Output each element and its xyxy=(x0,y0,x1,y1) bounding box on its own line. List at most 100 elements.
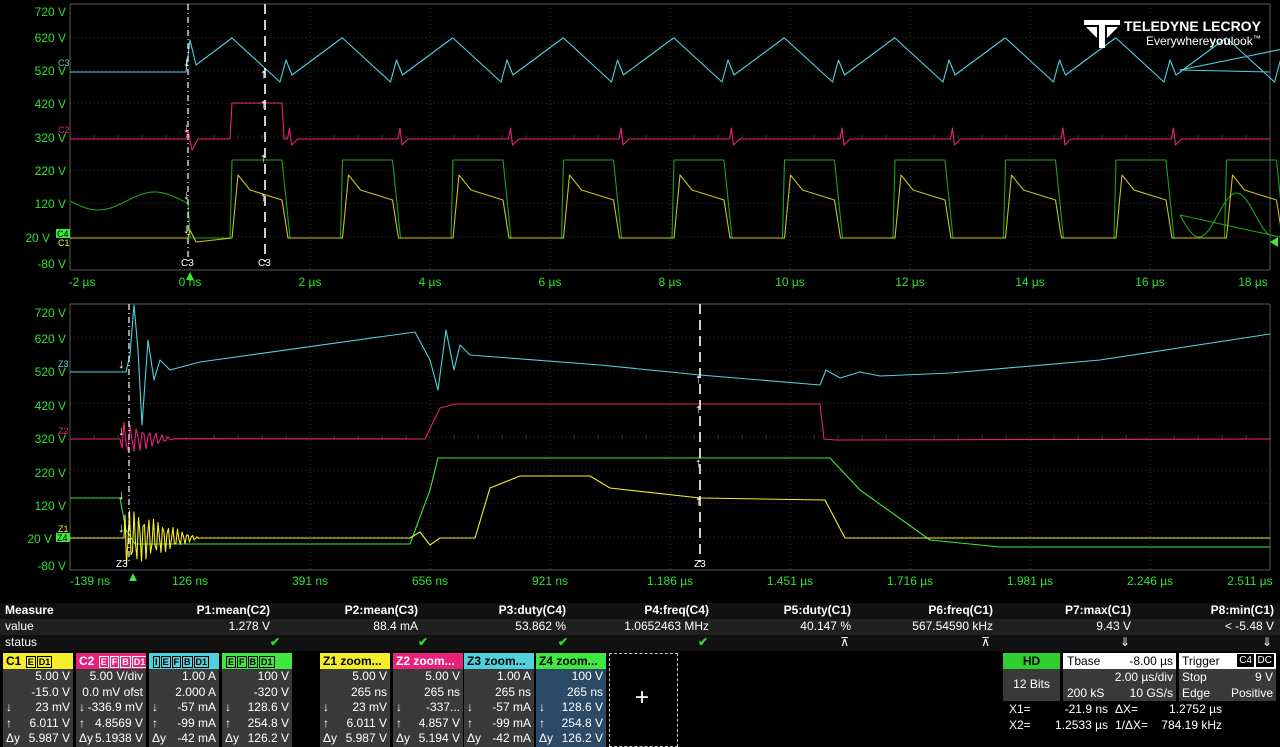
channel-descriptor-c1[interactable]: C1 E D1 5.00 V -15.0 V ↓ 23 mV ↑ 6.011 V Δy… xyxy=(3,653,73,747)
hd-acquisition-box[interactable]: HD 12 Bits xyxy=(1003,653,1060,701)
cursor-dx-value: 1.2752 µs xyxy=(1169,702,1222,716)
c2-vdiv: 5.00 V/div xyxy=(89,669,143,683)
c1-title[interactable]: C1 E D1 xyxy=(3,653,73,669)
measure-param-name[interactable]: P3:duty(C4) xyxy=(499,603,566,617)
zoom-trigger-position-marker[interactable] xyxy=(129,573,137,581)
zoom-channel-markers[interactable]: Z3 Z2 Z4 Z1 xyxy=(56,359,137,581)
zoom-grid-svg: ↓↓↓↓↑↑↑↑ 720 V 620 V 520 V 420 V 320 V 2… xyxy=(27,303,1273,588)
c1-offset: -15.0 V xyxy=(31,684,70,699)
c1-cursor1: 23 mV xyxy=(35,700,70,714)
measure-param-name[interactable]: P8:min(C1) xyxy=(1211,603,1274,617)
c2-title[interactable]: C2 E F B D1 xyxy=(76,653,146,669)
z4-title[interactable]: Z4 zoom... xyxy=(536,653,606,669)
zoom-x-label: 1.716 µs xyxy=(887,574,933,588)
top-x-label: -2 µs xyxy=(69,275,96,289)
timebase-box[interactable]: Tbase -8.00 µs 2.00 µs/div 200 kS 10 GS/… xyxy=(1063,653,1176,701)
top-waveform-grid[interactable]: ↓ ↓ ↓ ↓ ↑ ↑ ↑ ↑ 720 V 620 V 520 V 420 V 320 V 2… xyxy=(0,0,1280,300)
status-ok-icon: ✔ xyxy=(269,635,280,649)
c4-cursor1: 128.6 V xyxy=(247,700,289,714)
channel-descriptor-z4[interactable]: Z4 zoom... 100 V 265 ns ↓ 128.6 V ↑ 254.8 … xyxy=(536,653,606,747)
top-x-label: 18 µs xyxy=(1238,275,1268,289)
z2-title[interactable]: Z2 zoom... xyxy=(393,653,463,669)
zoom-x-labels: -139 ns 126 ns 391 ns 656 ns 921 ns 1.18… xyxy=(70,574,1273,588)
zoom-waveform-grid[interactable]: ↓ ↓ ↓ ↓ ↑ ↑ ↑ ↑ 720 V 620 V 520 V 420 V 320 V 2… xyxy=(0,300,1280,603)
zoom-cursor-arrow-up-icon: ↑ xyxy=(695,371,702,386)
channel-descriptor-c2[interactable]: C2 E F B D1 5.00 V/div 0.0 mV ofst ↓ -336.9 … xyxy=(76,653,146,747)
cursor-label-1: C3 xyxy=(181,258,194,269)
status-ok-icon: ✔ xyxy=(697,635,708,649)
c3-title[interactable]: I E F B D1 xyxy=(149,653,219,669)
c2-cursor2: 4.8569 V xyxy=(94,715,143,730)
top-x-labels: -2 µs 0 ns 2 µs 4 µs 6 µs 8 µs 10 µs 12 … xyxy=(69,275,1268,289)
timebase-samples: 200 kS xyxy=(1067,686,1105,700)
zoom-y-label: 420 V xyxy=(35,399,66,413)
zoom-cursor-arrow-down-icon: ↓ xyxy=(118,520,125,535)
top-x-label: 6 µs xyxy=(539,275,562,289)
c3-offset-marker: C3 xyxy=(58,58,70,68)
measure-param-name[interactable]: P5:duty(C1) xyxy=(784,603,851,617)
channel-descriptor-z3[interactable]: Z3 zoom... 1.00 A 265 ns ↓ -57 mA ↑ -99 mA… xyxy=(464,653,534,747)
z2-offset-marker: Z2 xyxy=(58,426,69,436)
measure-param-name[interactable]: P6:freq(C1) xyxy=(928,603,993,617)
trigger-channel: C4 xyxy=(1237,654,1254,667)
c4-delta: 126.2 V xyxy=(247,731,289,745)
top-y-label: 120 V xyxy=(35,197,66,211)
measure-param-name[interactable]: P7:max(C1) xyxy=(1065,603,1131,617)
measure-status-row: status ✔ ✔ ✔ ✔ ⊼ ⊼ ⇓ ⇓ xyxy=(0,635,1280,651)
cursor-arrow-down-icon: ↓ xyxy=(183,54,190,69)
c4-cursor2: 254.8 V xyxy=(247,715,289,730)
channel-descriptor-c4[interactable]: E F B D1 100 V -320 V ↓ 128.6 V ↑ 254.8 V Δy 1… xyxy=(222,653,292,747)
status-ok-icon: ✔ xyxy=(557,635,568,649)
c1-offset-marker: C1 xyxy=(58,238,70,248)
zoom-x-label: 1.451 µs xyxy=(767,574,813,588)
channel-descriptor-z1[interactable]: Z1 zoom... 5.00 V 265 ns ↓ 23 mV ↑ 6.011 V… xyxy=(320,653,390,747)
trigger-mode: Stop xyxy=(1182,670,1207,684)
measure-value: 40.147 % xyxy=(800,619,851,633)
zoom-cursor-arrow-down-icon: ↓ xyxy=(118,356,125,371)
trigger-level: 9 V xyxy=(1254,670,1273,684)
channel-descriptor-c3[interactable]: I E F B D1 1.00 A 2.000 A ↓ -57 mA ↑ -99 mA Δy… xyxy=(149,653,219,747)
top-y-label: 720 V xyxy=(35,5,66,19)
brand-name: TELEDYNE LECROY xyxy=(1124,18,1261,34)
top-x-label: 10 µs xyxy=(775,275,805,289)
timebase-label: Tbase xyxy=(1067,654,1101,668)
trigger-level-marker[interactable] xyxy=(1270,237,1278,247)
timebase-rate: 10 GS/s xyxy=(1129,686,1173,700)
measure-param-name[interactable]: P1:mean(C2) xyxy=(197,603,270,617)
z1-title[interactable]: Z1 zoom... xyxy=(320,653,390,669)
c2-delta: 5.1938 V xyxy=(94,731,143,745)
add-trace-button[interactable]: + xyxy=(609,653,678,747)
c4-offset: -320 V xyxy=(253,684,289,699)
teledyne-lecroy-logo: TELEDYNE LECROY Everywhereyoulook™ xyxy=(1084,16,1274,50)
cursor-arrow-up-icon: ↑ xyxy=(260,189,267,204)
cursor-label-2: C3 xyxy=(258,258,271,269)
top-x-label: 16 µs xyxy=(1135,275,1165,289)
zoom-gridlines xyxy=(69,303,1271,571)
measure-table: Measure P1:mean(C2) P2:mean(C3) P3:duty(… xyxy=(0,603,1280,651)
c4-vdiv: 100 V xyxy=(257,669,289,683)
trigger-slope: Positive xyxy=(1230,686,1273,700)
c4-title[interactable]: E F B D1 xyxy=(222,653,292,669)
zoom-cursors[interactable]: ↓ ↓ ↓ ↓ ↑ ↑ ↑ ↑ xyxy=(118,304,702,562)
cursor-arrow-up-icon: ↑ xyxy=(260,96,267,111)
top-x-label: 14 µs xyxy=(1015,275,1045,289)
z3-title[interactable]: Z3 zoom... xyxy=(464,653,534,669)
measure-value-row: value 1.278 V 88.4 mA 53.862 % 1.0652463… xyxy=(0,619,1280,635)
timebase-div: 2.00 µs/div xyxy=(1114,670,1173,684)
z3-offset-marker: Z3 xyxy=(58,359,69,369)
top-x-label: 2 µs xyxy=(299,275,322,289)
top-x-label: 4 µs xyxy=(419,275,442,289)
c2-cursor1: -336.9 mV xyxy=(87,700,143,714)
c3-offset: 2.000 A xyxy=(175,684,216,699)
measure-param-name[interactable]: P4:freq(C4) xyxy=(644,603,709,617)
channel-descriptor-z2[interactable]: Z2 zoom... 5.00 V 265 ns ↓ -337... ↑ 4.857… xyxy=(393,653,463,747)
cursor-arrow-down-icon: ↓ xyxy=(183,187,190,202)
trigger-header: Trigger C4 DC xyxy=(1179,653,1276,669)
timebase-offset: -8.00 µs xyxy=(1129,654,1173,668)
zoom-y-label: -80 V xyxy=(37,559,66,573)
trigger-box[interactable]: Trigger C4 DC Stop 9 V Edge Positive xyxy=(1179,653,1276,701)
zoom-x-label: 921 ns xyxy=(532,574,568,588)
measure-label[interactable]: Measure xyxy=(5,603,54,617)
measure-param-name[interactable]: P2:mean(C3) xyxy=(345,603,418,617)
zoom-x-label: 1.981 µs xyxy=(1007,574,1053,588)
